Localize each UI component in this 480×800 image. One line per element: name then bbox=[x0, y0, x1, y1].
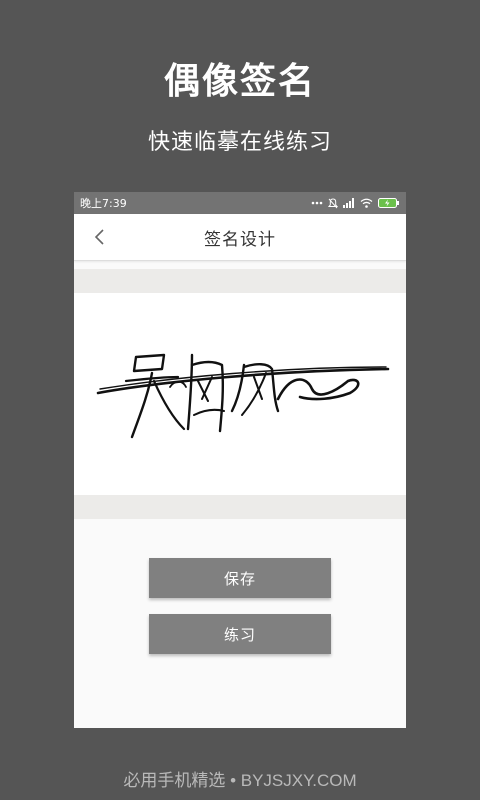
status-bar: 晚上7:39 bbox=[74, 192, 406, 214]
more-dots-icon bbox=[311, 201, 323, 205]
signature-canvas bbox=[74, 269, 406, 519]
phone-screen: 晚上7:39 签名设计 保存 练习 bbox=[74, 192, 406, 728]
app-bar: 签名设计 bbox=[74, 214, 406, 261]
battery-icon bbox=[378, 198, 400, 208]
promo-subtitle: 快速临摹在线练习 bbox=[147, 130, 332, 155]
save-button[interactable]: 保存 bbox=[149, 558, 331, 598]
practice-button[interactable]: 练习 bbox=[149, 614, 331, 654]
chevron-left-icon[interactable] bbox=[88, 226, 110, 248]
status-time: 晚上7:39 bbox=[80, 197, 127, 210]
signature-image bbox=[96, 353, 390, 439]
wifi-icon bbox=[360, 198, 373, 208]
mute-bell-icon bbox=[328, 197, 338, 209]
page-title: 签名设计 bbox=[204, 229, 276, 250]
promo-title: 偶像签名 bbox=[163, 61, 316, 102]
status-icons bbox=[311, 197, 400, 209]
footer-watermark: 必用手机精选 • BYJSJXY.COM bbox=[123, 771, 357, 790]
signal-icon bbox=[343, 198, 355, 208]
